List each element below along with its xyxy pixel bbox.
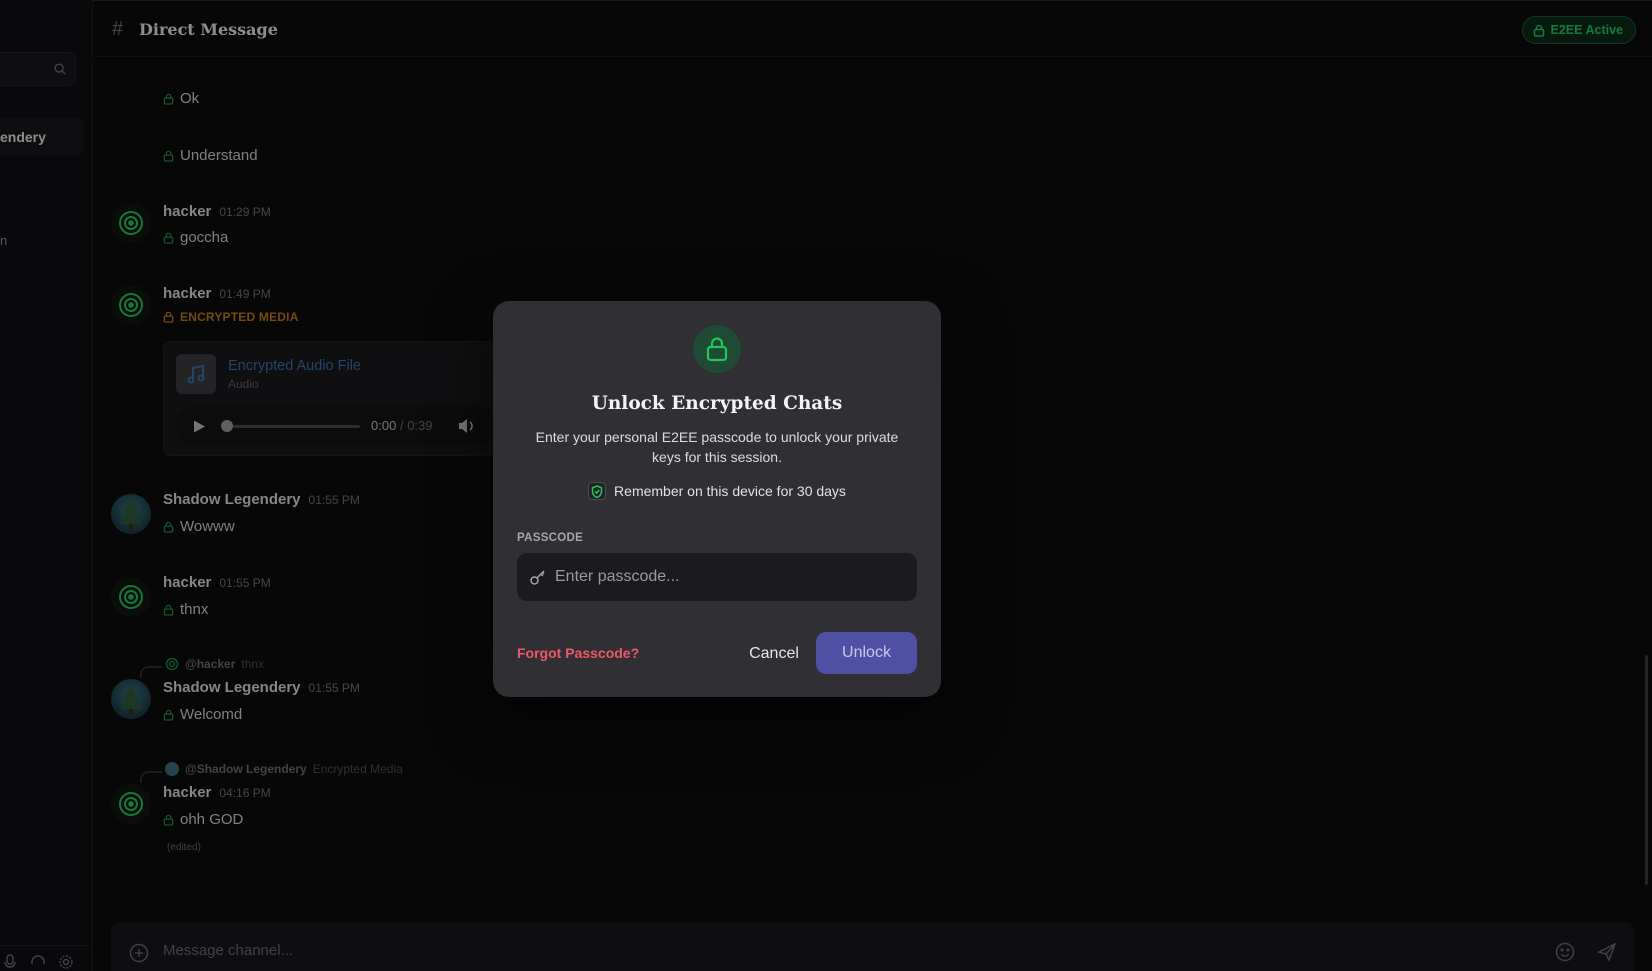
- cancel-button[interactable]: Cancel: [726, 634, 822, 674]
- modal-title: Unlock Encrypted Chats: [591, 393, 843, 414]
- passcode-label: PASSCODE: [517, 532, 584, 544]
- modal-description: Enter your personal E2EE passcode to unl…: [535, 429, 899, 465]
- shield-check-icon: [591, 484, 603, 498]
- unlock-button[interactable]: Unlock: [816, 632, 917, 674]
- remember-device-option[interactable]: Remember on this device for 30 days: [493, 482, 941, 500]
- passcode-input[interactable]: [555, 553, 905, 601]
- remember-checkbox[interactable]: [588, 482, 607, 500]
- key-icon: [530, 570, 545, 585]
- forgot-passcode-link[interactable]: Forgot Passcode?: [517, 645, 639, 661]
- unlock-modal: Unlock Encrypted Chats Enter your person…: [493, 301, 941, 697]
- remember-label: Remember on this device for 30 days: [614, 483, 846, 499]
- app-window: endery n # Direct Message E2EE Active Ok…: [0, 0, 1652, 971]
- passcode-field[interactable]: [517, 553, 917, 601]
- lock-icon: [693, 325, 741, 373]
